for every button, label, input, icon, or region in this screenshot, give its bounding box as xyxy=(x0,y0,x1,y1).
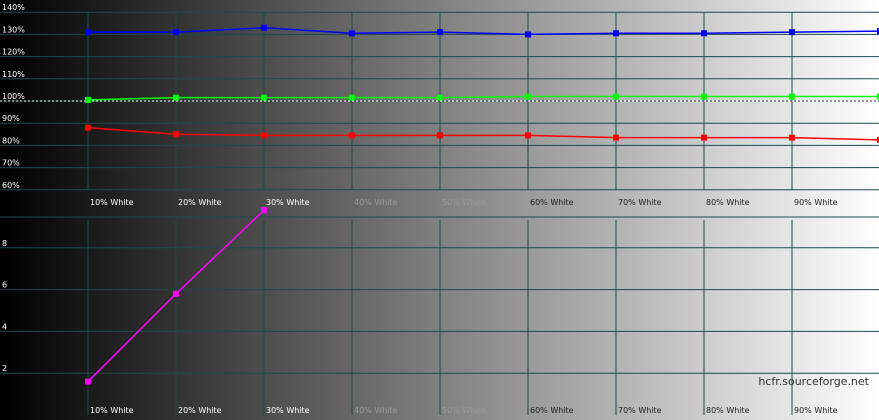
category-label: 70% White xyxy=(618,406,662,415)
category-label: 90% White xyxy=(794,406,838,415)
category-label: 40% White xyxy=(354,406,398,415)
series-point xyxy=(349,94,355,101)
y-tick-label: 80% xyxy=(2,136,20,145)
category-label: 10% White xyxy=(90,198,134,207)
y-tick-label: 90% xyxy=(2,114,20,123)
series-point xyxy=(173,94,179,101)
category-label: 60% White xyxy=(530,406,574,415)
series-point xyxy=(701,93,707,100)
category-label: 50% White xyxy=(442,198,486,207)
series-point xyxy=(85,124,91,131)
y-tick-label: 70% xyxy=(2,159,20,168)
category-label: 20% White xyxy=(178,406,222,415)
category-label: 30% White xyxy=(266,406,310,415)
series-point xyxy=(789,29,795,36)
series-point xyxy=(261,207,267,214)
series-point xyxy=(525,132,531,139)
category-label: 10% White xyxy=(90,406,134,415)
series-point xyxy=(173,29,179,36)
y-tick-label: 110% xyxy=(2,70,25,79)
y-tick-label: 2 xyxy=(2,364,7,373)
series-point xyxy=(349,30,355,37)
series-point xyxy=(525,31,531,38)
category-label: 90% White xyxy=(794,198,838,207)
y-tick-label: 120% xyxy=(2,48,25,57)
series-point xyxy=(437,29,443,36)
category-label: 50% White xyxy=(442,406,486,415)
chart-root: 140% 130% 120% 110% 100% 90% 80% 70% 60% 10% Whit… xyxy=(0,0,879,420)
series-point xyxy=(85,96,91,103)
series-point xyxy=(173,290,179,297)
y-tick-label: 6 xyxy=(2,281,7,290)
category-label: 40% White xyxy=(354,198,398,207)
y-tick-label: 140% xyxy=(2,3,25,12)
series-point xyxy=(437,94,443,101)
series-point xyxy=(261,94,267,101)
series-point xyxy=(261,24,267,31)
series-point xyxy=(261,132,267,139)
series-point xyxy=(613,134,619,141)
series-point xyxy=(613,93,619,100)
category-label: 60% White xyxy=(530,198,574,207)
series-point xyxy=(789,134,795,141)
y-tick-label: 100% xyxy=(2,92,25,101)
category-label: 30% White xyxy=(266,198,310,207)
category-label: 80% White xyxy=(706,406,750,415)
y-tick-label: 4 xyxy=(2,322,7,331)
y-tick-label: 60% xyxy=(2,181,20,190)
series-point xyxy=(349,132,355,139)
watermark: hcfr.sourceforge.net xyxy=(758,375,869,388)
series-point xyxy=(701,30,707,37)
series-point xyxy=(173,131,179,138)
category-label: 70% White xyxy=(618,198,662,207)
series-point xyxy=(613,30,619,37)
series-point xyxy=(789,93,795,100)
y-tick-label: 8 xyxy=(2,239,7,248)
category-label: 20% White xyxy=(178,198,222,207)
chart-svg: 140% 130% 120% 110% 100% 90% 80% 70% 60% 10% Whit… xyxy=(0,0,879,420)
series-point xyxy=(85,378,91,385)
series-point xyxy=(525,93,531,100)
series-point xyxy=(437,132,443,139)
category-label: 80% White xyxy=(706,198,750,207)
series-point xyxy=(701,134,707,141)
series-point xyxy=(85,29,91,36)
y-tick-label: 130% xyxy=(2,25,25,34)
